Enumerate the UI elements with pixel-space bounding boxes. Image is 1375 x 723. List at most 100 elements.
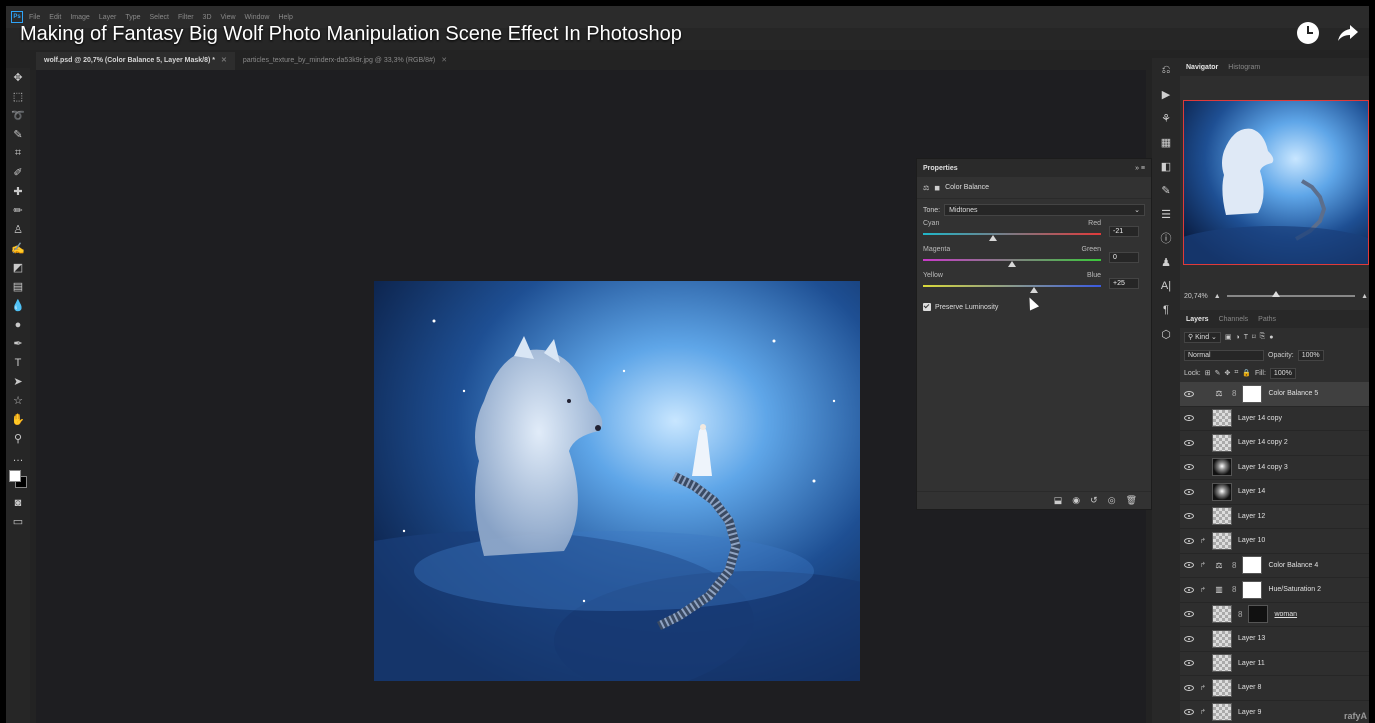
trash-icon[interactable]: 🗑 (1126, 495, 1137, 506)
layer-row[interactable]: ↱ Layer 8 (1180, 676, 1369, 701)
lock-all-icon[interactable]: 🔒 (1242, 369, 1251, 377)
tab-paths[interactable]: Paths (1258, 316, 1276, 323)
menu-window[interactable]: Window (245, 14, 270, 21)
gradient-tool-icon[interactable]: ▤ (6, 277, 30, 296)
view-previous-icon[interactable]: ◉ (1072, 495, 1080, 506)
visibility-eye-icon[interactable]: ◎ (1108, 495, 1116, 506)
zoom-in-icon[interactable]: ▲ (1361, 293, 1368, 300)
eye-icon[interactable] (1184, 684, 1194, 691)
menu-help[interactable]: Help (278, 14, 292, 21)
slider-value-input[interactable]: 0 (1109, 252, 1139, 263)
marquee-tool-icon[interactable]: ⬚ (6, 87, 30, 106)
tab-navigator[interactable]: Navigator (1186, 64, 1218, 71)
zoom-tool-icon[interactable]: ⚲ (6, 429, 30, 448)
preserve-luminosity-checkbox[interactable] (923, 303, 931, 311)
eye-icon[interactable] (1184, 513, 1194, 520)
layer-row[interactable]: ↱ ▥ 8 Hue/Saturation 2 (1180, 578, 1369, 603)
filter-shape-icon[interactable]: ⌑ (1252, 333, 1256, 341)
eye-icon[interactable] (1184, 635, 1194, 642)
shape-tool-icon[interactable]: ☆ (6, 391, 30, 410)
cyan-red-slider[interactable]: Cyan Red -21 (917, 217, 1151, 243)
eye-icon[interactable] (1184, 537, 1194, 544)
opacity-input[interactable]: 100% (1297, 349, 1324, 361)
menu-image[interactable]: Image (70, 14, 89, 21)
menu-file[interactable]: File (29, 14, 40, 21)
yellow-blue-slider[interactable]: Yellow Blue +25 (917, 269, 1151, 295)
lasso-tool-icon[interactable]: ➰ (6, 106, 30, 125)
layer-row[interactable]: 8 woman (1180, 603, 1369, 627)
lock-position-icon[interactable]: ✥ (1224, 369, 1230, 377)
eye-icon[interactable] (1184, 464, 1194, 471)
adjustments-icon[interactable]: ◧ (1152, 154, 1180, 178)
zoom-slider[interactable] (1226, 291, 1356, 297)
eye-icon[interactable] (1184, 415, 1194, 422)
move-tool-icon[interactable]: ✥ (6, 68, 30, 87)
lock-transparent-icon[interactable]: ⊞ (1205, 369, 1211, 377)
healing-tool-icon[interactable]: ✚ (6, 182, 30, 201)
tab-layers[interactable]: Layers (1186, 316, 1209, 323)
layer-mask-thumbnail[interactable] (1242, 556, 1263, 575)
path-select-tool-icon[interactable]: ➤ (6, 372, 30, 391)
eye-icon[interactable] (1184, 562, 1194, 569)
layer-row[interactable]: Layer 14 copy 3 (1180, 456, 1369, 480)
menu-view[interactable]: View (221, 14, 236, 21)
history-brush-tool-icon[interactable]: ✍ (6, 239, 30, 258)
character-icon[interactable]: A| (1152, 274, 1180, 298)
lock-pixels-icon[interactable]: ✎ (1215, 369, 1221, 377)
layer-row[interactable]: Layer 14 (1180, 480, 1369, 505)
swatches-icon[interactable]: ▦ (1152, 130, 1180, 154)
menu-3d[interactable]: 3D (203, 14, 212, 21)
menu-type[interactable]: Type (125, 14, 140, 21)
slider-thumb[interactable] (989, 235, 998, 241)
quick-mask-icon[interactable]: ◙ (6, 493, 30, 512)
pen-tool-icon[interactable]: ✒ (6, 334, 30, 353)
history-icon[interactable]: ⎌ (1152, 58, 1180, 82)
eye-icon[interactable] (1184, 439, 1194, 446)
quick-select-tool-icon[interactable]: ✎ (6, 125, 30, 144)
video-title[interactable]: Making of Fantasy Big Wolf Photo Manipul… (20, 23, 682, 46)
layer-row[interactable]: Layer 14 copy (1180, 407, 1369, 431)
eye-icon[interactable] (1184, 586, 1194, 593)
eye-icon[interactable] (1184, 611, 1194, 618)
color-swatches[interactable] (6, 467, 30, 493)
type-tool-icon[interactable]: T (6, 353, 30, 372)
eye-icon[interactable] (1184, 390, 1194, 397)
layer-mask-thumbnail[interactable] (1242, 384, 1263, 403)
menu-layer[interactable]: Layer (99, 14, 117, 21)
navigator-preview[interactable] (1183, 100, 1369, 265)
filter-pixel-icon[interactable]: ▣ (1225, 333, 1232, 341)
lock-artboard-icon[interactable]: ⌗ (1234, 369, 1238, 377)
more-tools-icon[interactable]: … (6, 448, 30, 467)
tab-channels[interactable]: Channels (1219, 316, 1249, 323)
panel-menu-icon[interactable]: » ≡ (1135, 165, 1145, 172)
menu-edit[interactable]: Edit (49, 14, 61, 21)
hand-tool-icon[interactable]: ✋ (6, 410, 30, 429)
stamp-tool-icon[interactable]: ♙ (6, 220, 30, 239)
slider-value-input[interactable]: -21 (1109, 226, 1139, 237)
properties-icon[interactable]: ☰ (1152, 202, 1180, 226)
close-icon[interactable]: ✕ (441, 57, 447, 64)
zoom-value[interactable]: 20,74% (1184, 293, 1208, 300)
eyedropper-tool-icon[interactable]: ✐ (6, 163, 30, 182)
3d-icon[interactable]: ⬡ (1152, 322, 1180, 346)
tab-histogram[interactable]: Histogram (1228, 64, 1260, 71)
filter-type-icon[interactable]: T (1244, 334, 1248, 341)
clone-source-icon[interactable]: ♟ (1152, 250, 1180, 274)
blur-tool-icon[interactable]: 💧 (6, 296, 30, 315)
filter-kind-select[interactable]: ⚲ Kind ⌄ (1184, 331, 1221, 343)
doc-tab-wolf[interactable]: wolf.psd @ 20,7% (Color Balance 5, Layer… (36, 52, 235, 70)
fill-input[interactable]: 100% (1269, 367, 1296, 379)
layer-mask-thumbnail[interactable] (1242, 580, 1263, 599)
watch-later-clock-icon[interactable] (1297, 22, 1319, 44)
menu-filter[interactable]: Filter (178, 14, 194, 21)
layer-row[interactable]: Layer 11 (1180, 652, 1369, 676)
layer-row[interactable]: Layer 14 copy 2 (1180, 431, 1369, 456)
doc-tab-particles[interactable]: particles_texture_by_minderx-da53k9r.jpg… (235, 52, 455, 70)
crop-tool-icon[interactable]: ⌗ (6, 144, 30, 163)
paragraph-icon[interactable]: ¶ (1152, 298, 1180, 322)
blend-mode-select[interactable]: Normal (1184, 349, 1264, 361)
zoom-slider-thumb[interactable] (1271, 291, 1280, 297)
filter-smart-object-icon[interactable]: ⎘ (1260, 333, 1266, 341)
filter-adjustment-icon[interactable]: ◑ (1236, 334, 1240, 341)
close-icon[interactable]: ✕ (221, 57, 227, 64)
